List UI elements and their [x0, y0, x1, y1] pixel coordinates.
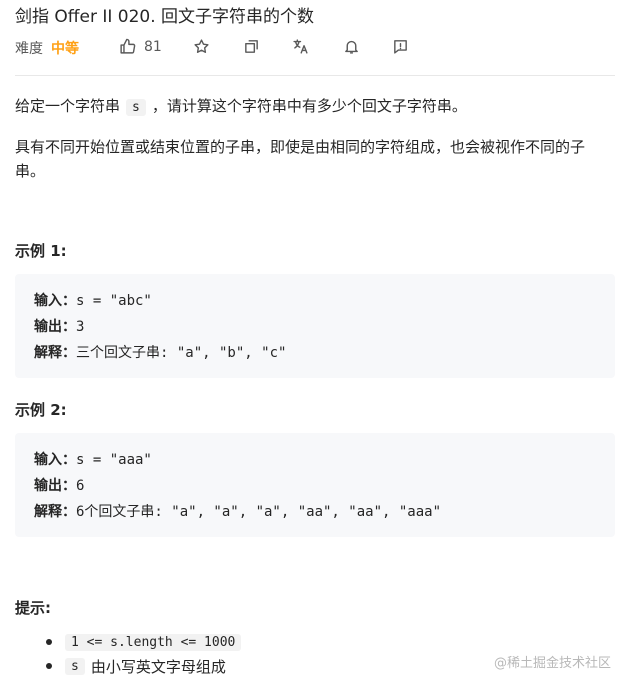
bell-icon[interactable]: [343, 38, 360, 55]
example-1-block: 输入： s = "abc" 输出： 3 解释： 三个回文子串: "a", "b", "…: [15, 274, 615, 378]
inline-code: s: [126, 99, 146, 116]
output-label: 输出：: [34, 478, 76, 494]
inline-code: s: [65, 657, 85, 675]
star-icon[interactable]: [193, 38, 210, 55]
example-2-block: 输入： s = "aaa" 输出： 6 解释： 6个回文子串: "a", "a", "…: [15, 433, 615, 537]
inline-code: 1 <= s.length <= 1000: [65, 633, 242, 651]
input-value: s = "abc": [76, 293, 152, 309]
explain-value: 6个回文子串: "a", "a", "a", "aa", "aa", "aaa": [76, 504, 442, 520]
hints-list: 1 <= s.length <= 1000 s 由小写英文字母组成: [15, 630, 247, 678]
difficulty-label: 难度: [15, 41, 43, 57]
watermark: @稀土掘金技术社区: [493, 656, 611, 671]
description-paragraph-1: 给定一个字符串 s ，请计算这个字符串中有多少个回文子字符串。: [15, 94, 611, 120]
like-count: 81: [144, 38, 162, 55]
list-item: 1 <= s.length <= 1000: [15, 630, 247, 654]
description-text: 给定一个字符串: [15, 97, 121, 115]
explain-value: 三个回文子串: "a", "b", "c": [76, 345, 287, 361]
hints-heading: 提示:: [15, 599, 51, 617]
problem-title: 剑指 Offer II 020. 回文子字符串的个数: [15, 7, 315, 27]
bullet: [46, 663, 52, 669]
description-paragraph-2: 具有不同开始位置或结束位置的子串，即使是由相同的字符组成，也会被视作不同的子串。: [15, 138, 586, 180]
difficulty-value: 中等: [51, 41, 79, 57]
input-label: 输入：: [34, 293, 76, 309]
input-value: s = "aaa": [76, 452, 152, 468]
feedback-icon[interactable]: [392, 38, 409, 55]
output-label: 输出：: [34, 319, 76, 335]
translate-icon[interactable]: [292, 38, 309, 55]
header-divider: [15, 75, 615, 76]
output-value: 6: [76, 478, 85, 494]
difficulty: 难度 中等: [15, 37, 79, 59]
explain-label: 解释：: [34, 504, 76, 520]
description-text: ，请计算这个字符串中有多少个回文子字符串。: [151, 97, 467, 115]
thumbs-up-icon: [119, 38, 136, 55]
like-button[interactable]: 81: [119, 38, 162, 55]
list-item: s 由小写英文字母组成: [15, 654, 247, 678]
example-1-heading: 示例 1:: [15, 242, 67, 260]
explain-label: 解释：: [34, 345, 76, 361]
output-value: 3: [76, 319, 85, 335]
input-label: 输入：: [34, 452, 76, 468]
bullet: [46, 639, 52, 645]
example-2-heading: 示例 2:: [15, 401, 67, 419]
hint-text: 由小写英文字母组成: [90, 657, 226, 676]
share-icon[interactable]: [243, 38, 260, 55]
